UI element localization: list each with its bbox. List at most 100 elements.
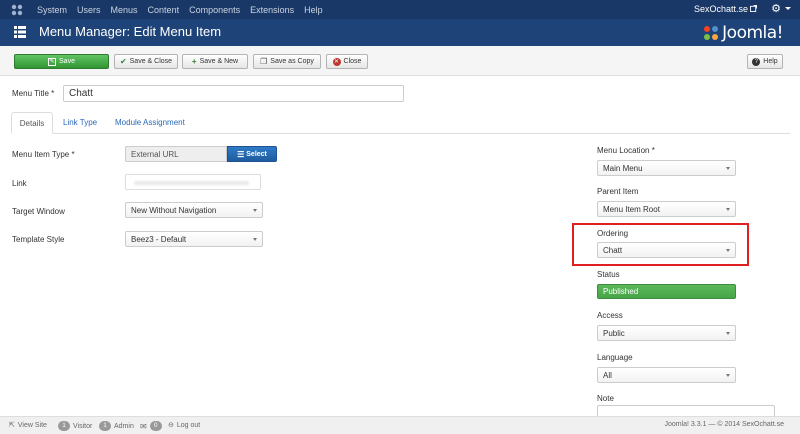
messages-count[interactable]: ✉ 0 — [140, 421, 162, 431]
menu-system[interactable]: System — [37, 5, 67, 15]
access-value: Public — [603, 329, 625, 338]
parent-item-value: Menu Item Root — [603, 205, 660, 214]
ordering-select[interactable]: Chatt — [597, 242, 736, 258]
joomla-brand: Joomla! — [703, 23, 783, 43]
logout-link[interactable]: ⊖ Log out — [168, 421, 201, 430]
language-label: Language — [597, 353, 633, 362]
external-link-icon — [750, 5, 757, 12]
link-redacted — [134, 181, 249, 185]
menu-title-input[interactable]: Chatt — [63, 85, 404, 102]
gear-icon[interactable]: ⚙ — [771, 3, 781, 15]
link-field[interactable] — [125, 174, 261, 190]
help-button[interactable]: ? Help — [747, 54, 783, 69]
tab-link-type[interactable]: Link Type — [63, 112, 97, 134]
page-header: Menu Manager: Edit Menu Item Joomla! — [0, 19, 800, 46]
close-label: Close — [343, 58, 362, 65]
view-site-icon: ⇱ — [9, 422, 15, 429]
save-close-label: Save & Close — [129, 58, 173, 65]
chevron-down-icon[interactable] — [785, 7, 791, 10]
copy-icon: ❐ — [260, 56, 268, 66]
save-close-button[interactable]: ✔ Save & Close — [114, 54, 178, 69]
menu-users[interactable]: Users — [77, 5, 101, 15]
tab-module-assignment[interactable]: Module Assignment — [115, 112, 185, 134]
target-window-value: New Without Navigation — [131, 206, 217, 215]
menu-extensions[interactable]: Extensions — [250, 5, 294, 15]
admin-count: 1 Admin — [99, 421, 134, 431]
parent-item-select[interactable]: Menu Item Root — [597, 201, 736, 217]
admin-label: Admin — [114, 422, 134, 430]
target-window-select[interactable]: New Without Navigation — [125, 202, 263, 218]
list-icon: ☰ — [237, 149, 245, 159]
save-new-label: Save & New — [199, 58, 239, 65]
save-new-button[interactable]: + Save & New — [182, 54, 248, 69]
list-icon — [14, 26, 26, 38]
chevron-down-icon — [253, 238, 257, 241]
target-window-label: Target Window — [12, 207, 65, 216]
toolbar: ✎ Save ✔ Save & Close + Save & New ❐ Sav… — [0, 46, 800, 76]
template-style-value: Beez3 - Default — [131, 235, 187, 244]
logout-icon: ⊖ — [168, 422, 174, 429]
status-select[interactable]: Published — [597, 284, 736, 299]
menu-content[interactable]: Content — [148, 5, 180, 15]
visitor-badge: 1 — [58, 421, 70, 431]
question-icon: ? — [752, 57, 761, 66]
logout-label: Log out — [176, 421, 201, 429]
select-type-button[interactable]: ☰ Select — [227, 146, 277, 162]
save-copy-label: Save as Copy — [270, 58, 314, 65]
page-title: Menu Manager: Edit Menu Item — [39, 24, 222, 39]
status-footer: ⇱ View Site 1 Visitor 1 Admin ✉ 0 ⊖ Log … — [0, 416, 800, 434]
menu-location-label: Menu Location * — [597, 146, 655, 155]
messages-badge: 0 — [149, 421, 162, 431]
chevron-down-icon — [253, 209, 257, 212]
menu-title-label: Menu Title * — [12, 89, 55, 98]
joomla-logo-icon[interactable] — [11, 4, 23, 16]
close-icon: ✕ — [332, 57, 341, 66]
version-text: Joomla! 3.3.1 — © 2014 SexOchatt.se — [664, 421, 784, 428]
help-label: Help — [763, 58, 778, 65]
template-style-label: Template Style — [12, 235, 65, 244]
language-value: All — [603, 371, 612, 380]
view-site-link[interactable]: ⇱ View Site — [9, 421, 47, 430]
access-select[interactable]: Public — [597, 325, 736, 341]
edit-tabs: Details Link Type Module Assignment — [11, 112, 790, 134]
note-label: Note — [597, 394, 614, 403]
envelope-icon: ✉ — [140, 421, 147, 431]
brand-text: Joomla! — [722, 23, 783, 43]
check-icon: ✔ — [119, 56, 127, 66]
close-button[interactable]: ✕ Close — [326, 54, 368, 69]
joomla-brand-icon — [704, 26, 719, 40]
visitor-count: 1 Visitor — [58, 421, 92, 431]
access-label: Access — [597, 311, 623, 320]
save-copy-button[interactable]: ❐ Save as Copy — [253, 54, 321, 69]
ordering-value: Chatt — [603, 246, 623, 255]
plus-icon: + — [191, 56, 197, 66]
chevron-down-icon — [726, 208, 730, 211]
edit-icon: ✎ — [48, 57, 57, 66]
visitor-label: Visitor — [73, 422, 93, 430]
top-menu: System Users Menus Content Components Ex… — [37, 0, 323, 19]
chevron-down-icon — [726, 249, 730, 252]
status-label: Status — [597, 270, 620, 279]
menu-item-type-label: Menu Item Type * — [12, 150, 75, 159]
menu-item-type-field: External URL — [125, 146, 227, 162]
site-link[interactable]: SexOchatt.se — [694, 4, 748, 14]
chevron-down-icon — [726, 332, 730, 335]
save-button[interactable]: ✎ Save — [14, 54, 109, 69]
language-select[interactable]: All — [597, 367, 736, 383]
select-label: Select — [246, 150, 267, 158]
menu-help[interactable]: Help — [304, 5, 323, 15]
menu-components[interactable]: Components — [189, 5, 240, 15]
link-label: Link — [12, 179, 27, 188]
save-label: Save — [59, 58, 75, 65]
tab-details[interactable]: Details — [11, 112, 53, 134]
chevron-down-icon — [726, 167, 730, 170]
view-site-label: View Site — [17, 421, 47, 429]
menu-menus[interactable]: Menus — [111, 5, 138, 15]
ordering-label: Ordering — [597, 229, 629, 238]
admin-badge: 1 — [99, 421, 111, 431]
menu-location-value: Main Menu — [603, 164, 643, 173]
admin-top-nav: System Users Menus Content Components Ex… — [0, 0, 800, 19]
chevron-down-icon — [726, 374, 730, 377]
menu-location-select[interactable]: Main Menu — [597, 160, 736, 176]
template-style-select[interactable]: Beez3 - Default — [125, 231, 263, 247]
